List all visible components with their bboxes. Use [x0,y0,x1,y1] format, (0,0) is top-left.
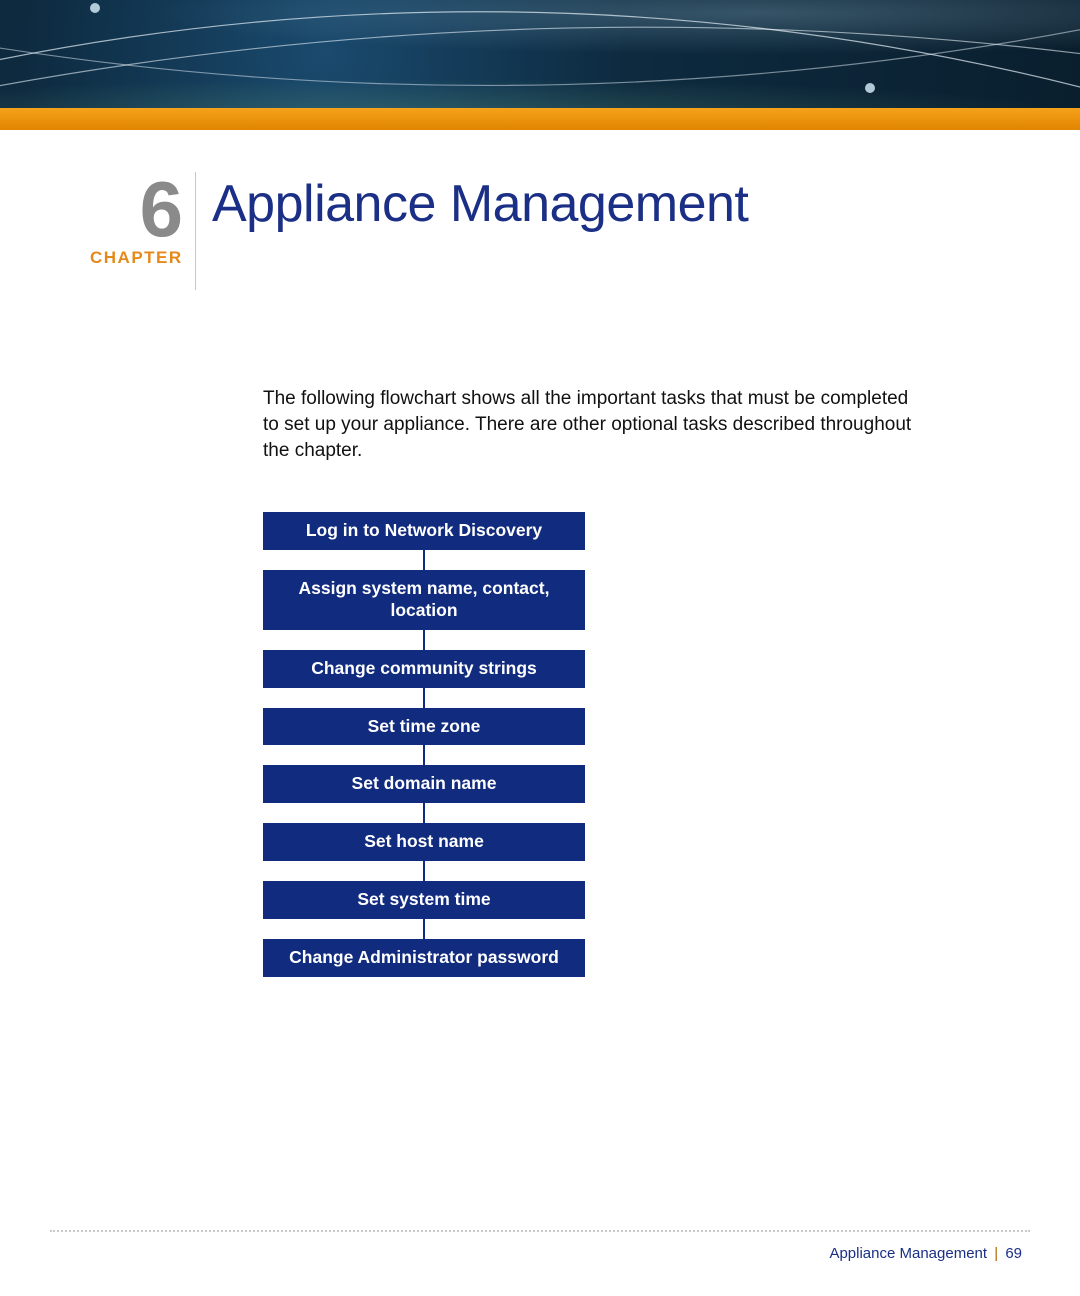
header-banner [0,0,1080,130]
flowchart-step: Set time zone [263,708,585,746]
footer: Appliance Management | 69 [829,1245,1022,1262]
footer-rule [50,1230,1030,1232]
intro-paragraph: The following flowchart shows all the im… [263,386,923,465]
flowchart-step: Set domain name [263,765,585,803]
flowchart-step: Change Administrator password [263,939,585,977]
chapter-divider [195,172,196,290]
banner-orange-strip [0,108,1080,130]
flowchart-connector [423,803,425,823]
flowchart-connector [423,745,425,765]
flowchart-step: Set system time [263,881,585,919]
chapter-header: 6 CHAPTER Appliance Management [90,178,748,290]
footer-separator: | [991,1245,1001,1262]
footer-section: Appliance Management [829,1245,987,1262]
flowchart-connector [423,630,425,650]
flowchart-connector [423,861,425,881]
flowchart-connector [423,919,425,939]
flowchart-connector [423,688,425,708]
footer-page: 69 [1005,1245,1022,1262]
flowchart-step: Set host name [263,823,585,861]
chapter-label: CHAPTER [90,248,181,268]
chapter-number: 6 [90,178,181,242]
flowchart: Log in to Network Discovery Assign syste… [263,512,585,977]
flowchart-step: Log in to Network Discovery [263,512,585,550]
flowchart-connector [423,550,425,570]
chapter-title: Appliance Management [212,178,748,230]
flowchart-step: Assign system name, contact, location [263,570,585,630]
flowchart-step: Change community strings [263,650,585,688]
